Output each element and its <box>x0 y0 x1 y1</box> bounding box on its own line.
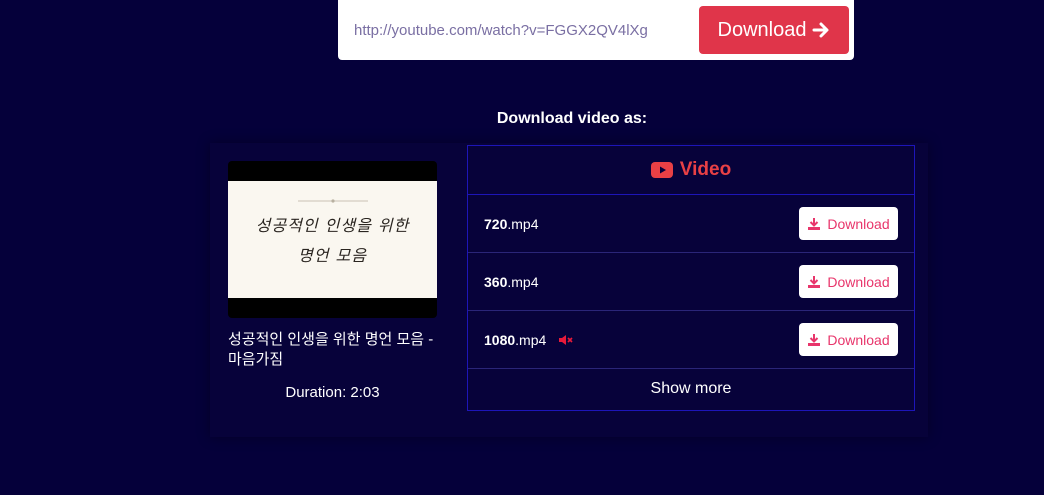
video-title: 성공적인 인생을 위한 명언 모음 - 마음가짐 <box>228 331 434 368</box>
format-label: 720 .mp4 <box>484 215 539 232</box>
download-button[interactable]: Download <box>699 6 849 54</box>
download-360-button[interactable]: Download <box>799 265 898 298</box>
show-more-button[interactable]: Show more <box>468 369 914 409</box>
download-1080-button[interactable]: Download <box>799 323 898 356</box>
download-button-label: Download <box>717 18 807 41</box>
download-icon <box>808 333 821 346</box>
url-input[interactable] <box>338 0 694 60</box>
download-720-button[interactable]: Download <box>799 207 898 240</box>
thumbnail-text: 성공적인 인생을 위한 명언 모음 <box>255 216 410 265</box>
table-header-label: Video <box>679 159 732 180</box>
format-label: 1080 .mp4 <box>484 332 574 348</box>
video-thumbnail[interactable]: 성공적인 인생을 위한 명언 모음 <box>228 161 437 318</box>
download-icon <box>808 275 821 288</box>
arrow-right-icon <box>812 22 829 38</box>
table-row: 1080 .mp4 Download <box>468 311 914 369</box>
section-heading: Download video as: <box>496 110 648 127</box>
download-table: Video 720 .mp4 Download 360 .mp4 Download <box>467 145 915 411</box>
format-label: 360 .mp4 <box>484 273 539 290</box>
ornament-icon <box>298 199 368 203</box>
table-row: 720 .mp4 Download <box>468 195 914 253</box>
download-icon <box>808 217 821 230</box>
volume-mute-icon <box>558 334 574 346</box>
table-row: 360 .mp4 Download <box>468 253 914 311</box>
youtube-icon <box>650 162 673 178</box>
table-header: Video <box>468 146 914 195</box>
video-duration: Duration: 2:03 <box>285 384 380 401</box>
url-bar: Download <box>338 0 854 60</box>
